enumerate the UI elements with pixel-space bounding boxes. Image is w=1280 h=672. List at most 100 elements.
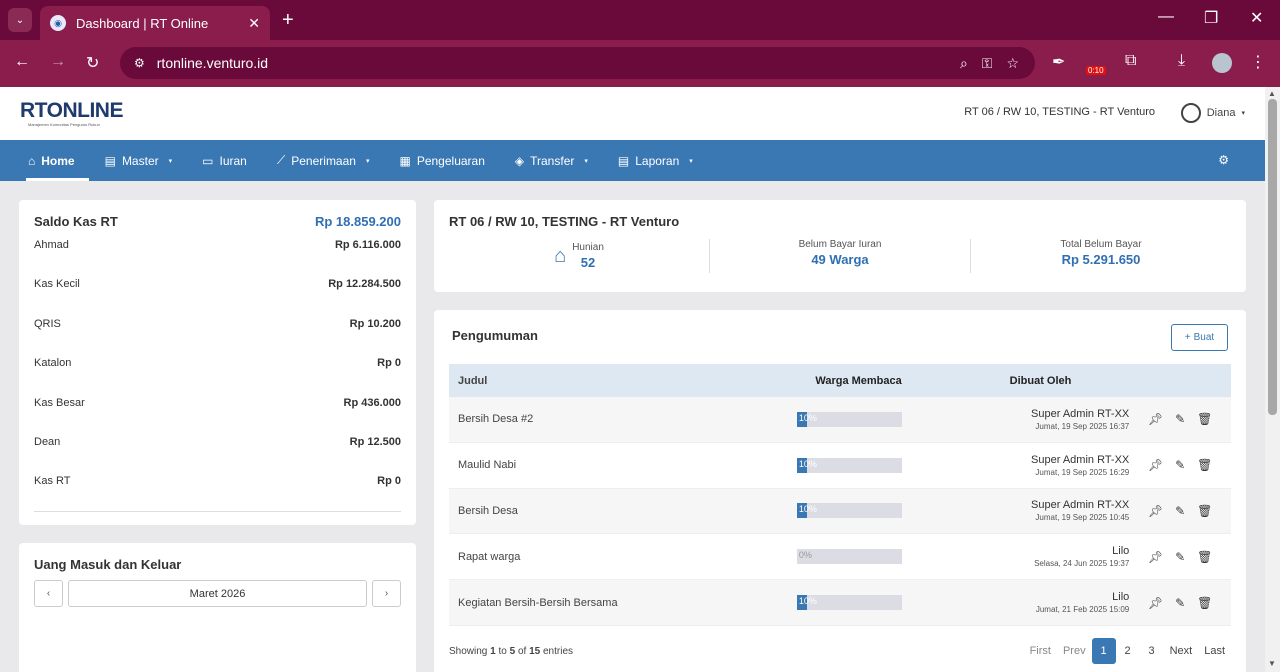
row-actions: 📌︎ ✎ 🗑︎	[1129, 550, 1231, 564]
pin-icon[interactable]: 📌︎	[1148, 458, 1163, 472]
buat-button[interactable]: + Buat	[1171, 324, 1228, 351]
edit-icon[interactable]: ✎	[1175, 412, 1185, 426]
key-icon[interactable]: ⚿	[982, 55, 993, 72]
page-3[interactable]: 3	[1140, 638, 1164, 664]
new-tab-icon[interactable]: +	[282, 8, 294, 32]
pin-icon[interactable]: 📌︎	[1148, 596, 1163, 610]
reload-icon[interactable]: ↻	[86, 53, 99, 73]
chevron-down-icon: ▾	[689, 157, 693, 165]
tab-close-icon[interactable]: ✕	[248, 15, 260, 32]
recording-time: 0:10	[1086, 66, 1106, 75]
saldo-row: Kas Kecil Rp 12.284.500	[34, 278, 401, 317]
window-close-icon[interactable]: ✕	[1250, 8, 1263, 28]
trash-icon[interactable]: 🗑︎	[1197, 458, 1212, 472]
recording-extension-icon[interactable]: 0:10	[1086, 53, 1108, 75]
trash-icon[interactable]: 🗑︎	[1197, 504, 1212, 518]
forward-icon[interactable]: →	[50, 53, 66, 71]
read-progress-bar: 10%	[796, 411, 902, 427]
page-1[interactable]: 1	[1091, 638, 1116, 664]
row-actions: 📌︎ ✎ 🗑︎	[1129, 504, 1231, 518]
back-icon[interactable]: ←	[14, 53, 30, 71]
browser-tab[interactable]: ◉ Dashboard | RT Online ✕	[40, 6, 270, 40]
nav-iuran[interactable]: ▭ Iuran	[202, 140, 247, 181]
row-judul: Kegiatan Bersih-Bersih Bersama	[458, 596, 618, 609]
saldo-amount: Rp 0	[377, 357, 401, 370]
nav-laporan-label: Laporan	[635, 153, 680, 168]
page-last[interactable]: Last	[1198, 638, 1231, 664]
table-row: Kegiatan Bersih-Bersih Bersama 10% Lilo Jum…	[449, 580, 1231, 626]
saldo-row: Katalon Rp 0	[34, 357, 401, 396]
read-progress-label: 0%	[798, 550, 812, 561]
page-prev[interactable]: Prev	[1057, 638, 1092, 664]
url-bar[interactable]: ⚙ rtonline.venturo.id ⌕ ⚿ ☆	[120, 47, 1035, 79]
trash-icon[interactable]: 🗑︎	[1197, 412, 1212, 426]
prev-month-button[interactable]: ‹	[34, 580, 63, 607]
col-judul[interactable]: Judul	[449, 375, 749, 387]
col-warga[interactable]: Warga Membaca	[749, 375, 912, 387]
scroll-down-icon[interactable]: ▼	[1268, 659, 1276, 668]
saldo-row: Kas RT Rp 0	[34, 475, 401, 514]
edit-icon[interactable]: ✎	[1175, 596, 1185, 610]
chevron-down-icon: ▾	[584, 157, 588, 165]
next-month-button[interactable]: ›	[372, 580, 401, 607]
pin-icon[interactable]: 📌︎	[1148, 550, 1163, 564]
nav-transfer[interactable]: ◈ Transfer ▾	[515, 140, 588, 181]
settings-icon[interactable]: ⚙	[1218, 153, 1229, 167]
user-menu[interactable]: Diana ▾	[1180, 103, 1245, 123]
edit-icon[interactable]: ✎	[1175, 458, 1185, 472]
page-next[interactable]: Next	[1164, 638, 1199, 664]
nav-laporan[interactable]: ▤ Laporan ▾	[618, 140, 693, 181]
restore-icon[interactable]: ❐	[1204, 8, 1218, 28]
author-name: Super Admin RT-XX	[1031, 407, 1130, 420]
saldo-name: Kas Besar	[34, 396, 85, 409]
pin-icon[interactable]: 📌︎	[1148, 412, 1163, 426]
browser-menu-icon[interactable]: ⋮	[1250, 52, 1266, 72]
page-scrollbar[interactable]: ▲ ▼	[1265, 87, 1280, 672]
extensions-icon[interactable]: ⧉	[1125, 52, 1136, 70]
saldo-name: Dean	[34, 435, 61, 448]
row-judul: Bersih Desa	[458, 504, 518, 517]
extension-feather-icon[interactable]: ✒	[1052, 52, 1065, 72]
row-warga: 10%	[749, 503, 912, 519]
col-oleh[interactable]: Dibuat Oleh	[912, 375, 1130, 387]
scroll-thumb[interactable]	[1268, 99, 1277, 415]
page-2[interactable]: 2	[1116, 638, 1140, 664]
minimize-icon[interactable]: —	[1158, 8, 1174, 26]
scroll-up-icon[interactable]: ▲	[1268, 89, 1276, 98]
user-name: Diana	[1206, 107, 1236, 119]
nav-pengeluaran[interactable]: ▦ Pengeluaran	[399, 140, 484, 181]
edit-icon[interactable]: ✎	[1175, 504, 1185, 518]
page-first[interactable]: First	[1024, 638, 1057, 664]
nav-master[interactable]: ▤ Master ▾	[105, 140, 173, 181]
nav-penerimaan[interactable]: ⟋ Penerimaan ▾	[277, 140, 370, 181]
nav-home[interactable]: ⌂ Home	[26, 140, 89, 181]
logo[interactable]: RTONLINE	[20, 99, 123, 123]
row-actions: 📌︎ ✎ 🗑︎	[1129, 458, 1231, 472]
row-judul: Maulid Nabi	[458, 459, 517, 472]
edit-icon[interactable]: ✎	[1175, 550, 1185, 564]
read-progress-bar: 10%	[796, 457, 902, 473]
profile-avatar[interactable]	[1212, 53, 1232, 73]
saldo-name: QRIS	[34, 317, 61, 330]
author-name: Lilo	[1112, 545, 1130, 558]
saldo-row: Dean Rp 12.500	[34, 436, 401, 475]
saldo-row: Ahmad Rp 6.116.000	[34, 239, 401, 278]
chart-icon: ⟋	[276, 153, 286, 167]
saldo-amount: Rp 10.200	[349, 317, 401, 330]
site-info-icon[interactable]: ⚙	[134, 56, 145, 70]
showing-word: Showing	[449, 645, 488, 657]
house-icon: ⌂	[554, 244, 567, 267]
tab-search-icon[interactable]: ⌄	[8, 8, 32, 32]
saldo-name: Kas RT	[34, 475, 71, 488]
author-name: Super Admin RT-XX	[1031, 499, 1130, 512]
trash-icon[interactable]: 🗑︎	[1197, 550, 1212, 564]
row-warga: 0%	[749, 549, 912, 565]
star-icon[interactable]: ☆	[1006, 55, 1019, 72]
download-icon[interactable]: ⤓	[1178, 52, 1185, 70]
month-picker[interactable]: Maret 2026	[68, 580, 367, 607]
trash-icon[interactable]: 🗑︎	[1197, 596, 1212, 610]
zoom-icon[interactable]: ⌕	[960, 55, 968, 72]
saldo-amount: Rp 12.500	[349, 435, 401, 448]
stat-value: 52	[580, 255, 596, 270]
pin-icon[interactable]: 📌︎	[1148, 504, 1163, 518]
